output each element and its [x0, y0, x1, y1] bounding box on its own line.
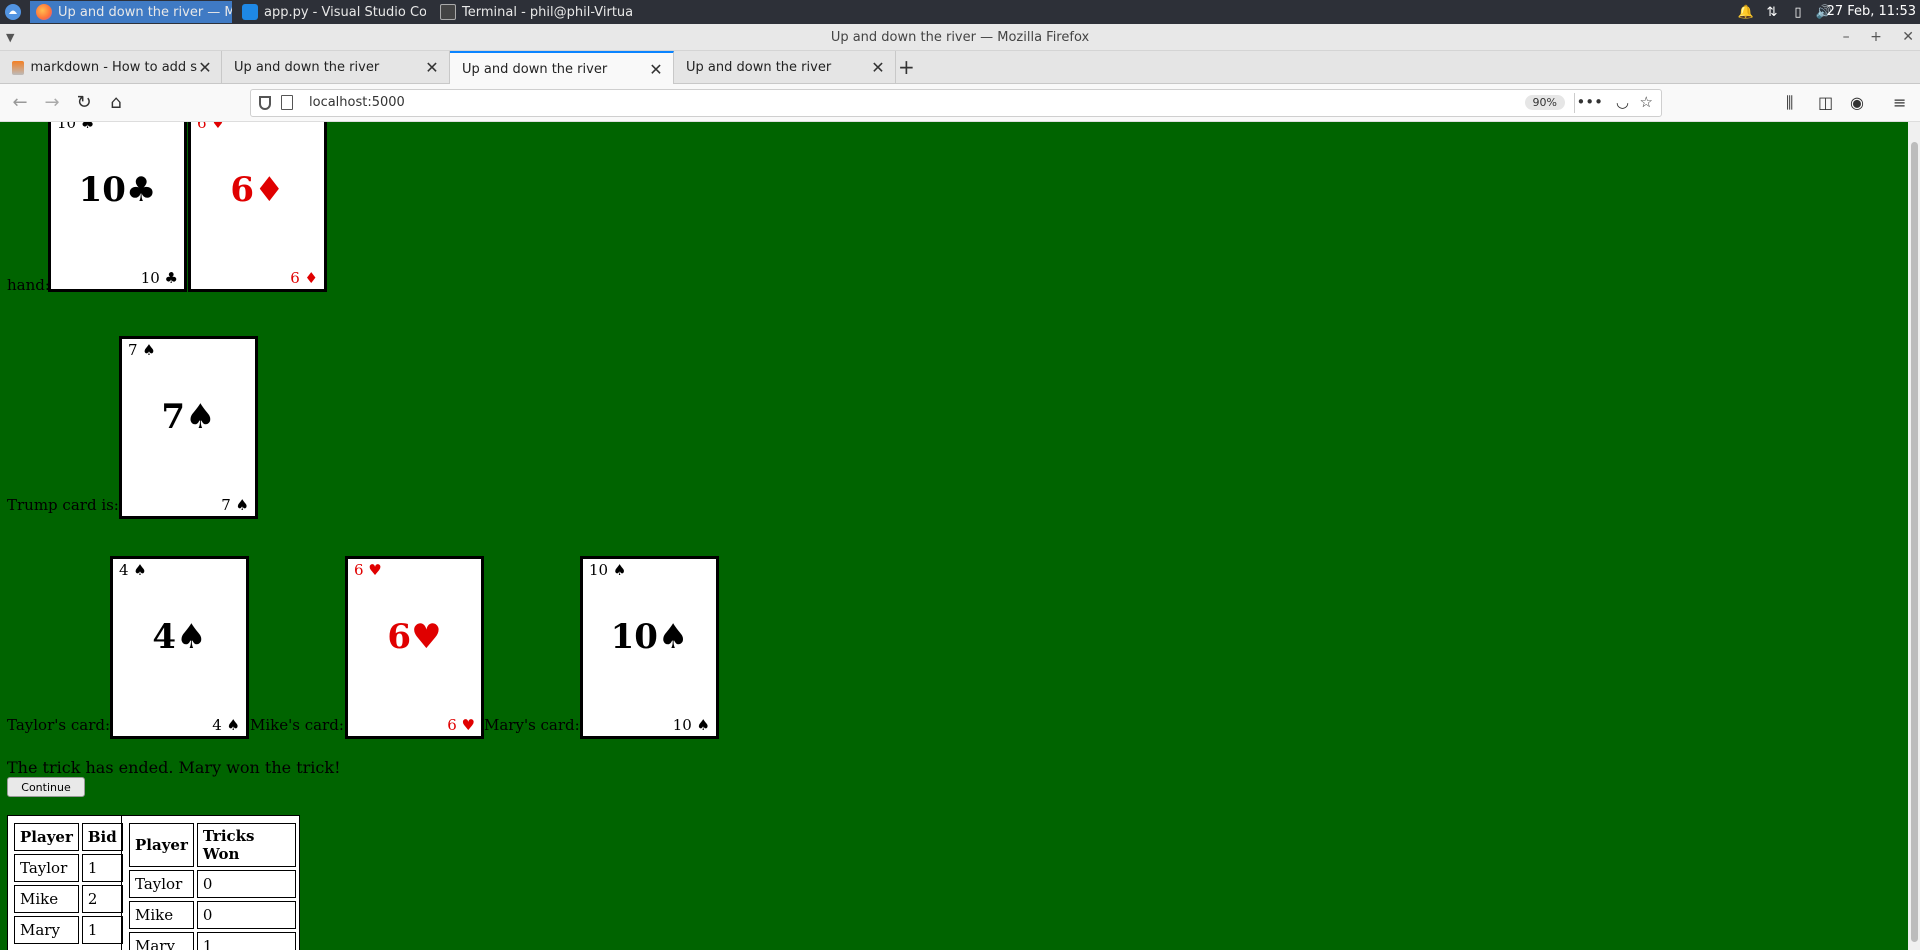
tracking-shield-icon[interactable] [259, 96, 271, 110]
url-bar[interactable]: localhost:5000 90% ••• ◡ ☆ [250, 89, 1662, 117]
trick-status-message: The trick has ended. Mary won the trick! [7, 758, 341, 777]
mike-card-label: Mike's card: [250, 716, 344, 734]
hand-label: hand: [7, 276, 50, 294]
page-actions-icon[interactable]: ••• [1576, 93, 1603, 111]
zoom-level-badge[interactable]: 90% [1524, 95, 1565, 110]
page-info-icon[interactable] [281, 95, 293, 110]
vscode-icon [242, 4, 258, 20]
terminal-icon [440, 4, 456, 20]
close-tab-icon[interactable]: ✕ [423, 58, 441, 77]
close-tab-icon[interactable]: ✕ [869, 58, 887, 77]
tab-markdown[interactable]: markdown - How to add scre ✕ [0, 51, 222, 84]
hand-card-10-clubs[interactable]: 10 ♣ 10♣ 10 ♣ [48, 122, 187, 292]
url-text[interactable]: localhost:5000 [309, 95, 405, 110]
mary-card-label: Mary's card: [484, 716, 580, 734]
tricks-header-player: Player [129, 823, 194, 867]
trump-card-7-spades: 7 ♠ 7♠ 7 ♠ [119, 336, 258, 519]
mary-card-10-spades: 10 ♠ 10♠ 10 ♠ [580, 556, 719, 739]
tab-up-down-river-3[interactable]: Up and down the river ✕ [674, 51, 896, 84]
close-tab-icon[interactable]: ✕ [197, 58, 213, 77]
hamburger-menu-icon[interactable]: ≡ [1893, 93, 1906, 112]
forward-arrow-icon[interactable]: → [40, 91, 64, 115]
close-tab-icon[interactable]: ✕ [647, 60, 665, 79]
home-icon[interactable]: ⌂ [104, 91, 128, 115]
tricks-won-table: Player Tricks Won Taylor 0 Mike 0 Mary 1 [126, 820, 299, 950]
new-tab-plus-icon[interactable]: + [898, 57, 915, 77]
network-icon[interactable]: ⇅ [1764, 4, 1780, 20]
taskbar-item-label: app.py - Visual Studio Code [264, 4, 426, 20]
table-row: Mary 1 [14, 916, 123, 944]
table-row: Taylor 1 [14, 854, 123, 882]
stackoverflow-icon [12, 60, 25, 75]
bids-header-bid: Bid [81, 823, 123, 851]
os-taskbar: Up and down the river — Mo... app.py - V… [0, 0, 1920, 24]
taylor-card-4-spades: 4 ♠ 4♠ 4 ♠ [110, 556, 249, 739]
bids-header-player: Player [14, 823, 79, 851]
tab-bar: markdown - How to add scre ✕ Up and down… [0, 51, 1920, 85]
reload-icon[interactable]: ↻ [72, 91, 96, 115]
minimize-icon[interactable]: – [1843, 29, 1850, 45]
table-divider [121, 816, 122, 950]
table-row: Taylor 0 [129, 870, 296, 898]
table-row: Mary 1 [129, 932, 296, 950]
tricks-header-tricks-won: Tricks Won [196, 823, 296, 867]
clock[interactable]: 27 Feb, 11:53 [1827, 0, 1916, 24]
firefox-icon [36, 4, 52, 20]
page-scrollbar[interactable] [1908, 122, 1920, 950]
bookmark-star-icon[interactable]: ☆ [1640, 93, 1653, 111]
notification-bell-icon[interactable]: 🔔 [1738, 4, 1754, 20]
game-page: hand: 10 ♣ 10♣ 10 ♣ 6 ♦ 6♦ 6 ♦ Trump car… [0, 122, 1920, 950]
xfce-menu-icon[interactable] [4, 3, 22, 21]
window-menu-icon[interactable]: ▼ [6, 24, 14, 51]
table-row: Mike 0 [129, 901, 296, 929]
taskbar-item-label: Up and down the river — Mo... [58, 4, 232, 20]
taskbar-item-label: Terminal - phil@phil-VirtualB... [462, 4, 634, 20]
account-icon[interactable]: ◉ [1850, 93, 1864, 112]
mike-card-6-hearts: 6 ♥ 6♥ 6 ♥ [345, 556, 484, 739]
pocket-icon[interactable]: ◡ [1616, 93, 1629, 111]
taylor-card-label: Taylor's card: [7, 716, 111, 734]
maximize-icon[interactable]: + [1870, 29, 1882, 45]
navigation-toolbar: ← → ↻ ⌂ localhost:5000 90% ••• ◡ ☆ ⫼ ◫ ◉… [0, 84, 1920, 122]
battery-icon[interactable]: ▯ [1790, 4, 1806, 20]
scrollbar-thumb[interactable] [1911, 142, 1918, 942]
score-tables: Player Bid Taylor 1 Mike 2 Mary 1 Player… [7, 815, 300, 950]
trump-label: Trump card is: [7, 496, 119, 514]
library-icon[interactable]: ⫼ [1786, 93, 1793, 113]
urlbar-separator [1574, 93, 1575, 113]
continue-button[interactable]: Continue [7, 777, 85, 797]
tab-up-down-river-2[interactable]: Up and down the river ✕ [450, 51, 674, 85]
taskbar-item-terminal[interactable]: Terminal - phil@phil-VirtualB... [434, 1, 634, 23]
back-arrow-icon[interactable]: ← [8, 91, 32, 115]
window-title: Up and down the river — Mozilla Firefox [830, 30, 1090, 45]
table-row: Mike 2 [14, 885, 123, 913]
sidebar-icon[interactable]: ◫ [1818, 93, 1833, 112]
close-window-icon[interactable]: ✕ [1902, 29, 1914, 45]
taskbar-item-firefox[interactable]: Up and down the river — Mo... [30, 1, 232, 23]
window-titlebar: ▼ Up and down the river — Mozilla Firefo… [0, 24, 1920, 51]
tab-up-down-river-1[interactable]: Up and down the river ✕ [222, 51, 450, 84]
hand-card-6-diamonds[interactable]: 6 ♦ 6♦ 6 ♦ [188, 122, 327, 292]
taskbar-item-vscode[interactable]: app.py - Visual Studio Code [236, 1, 426, 23]
bids-table: Player Bid Taylor 1 Mike 2 Mary 1 [11, 820, 126, 947]
